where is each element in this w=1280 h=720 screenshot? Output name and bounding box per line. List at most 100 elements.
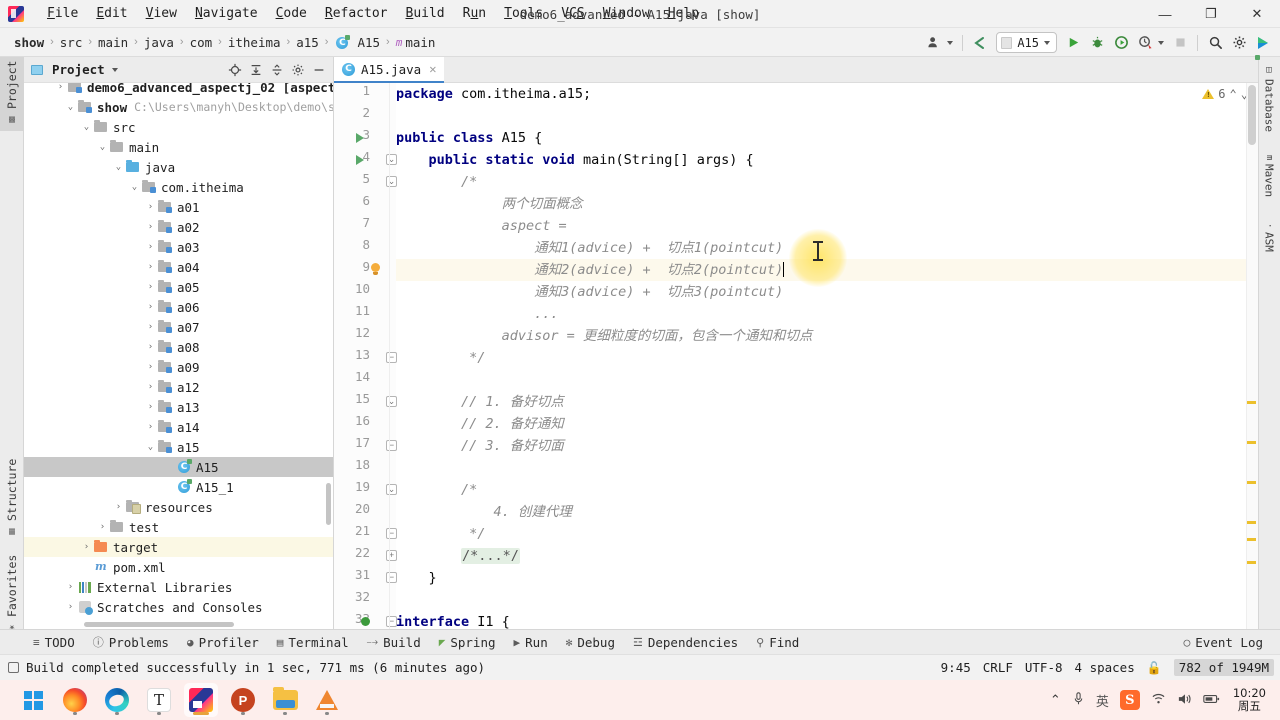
code-line-22[interactable]: /*...*/ xyxy=(396,545,1258,567)
chevron-down-icon[interactable]: ⌄ xyxy=(128,182,141,192)
tree-row-a03[interactable]: › a03 xyxy=(24,237,333,257)
menu-run[interactable]: Run xyxy=(454,3,495,24)
chevron-right-icon[interactable]: › xyxy=(144,242,157,252)
search-everywhere-icon[interactable] xyxy=(1204,32,1226,54)
taskbar-file-explorer[interactable] xyxy=(268,683,302,717)
breadcrumb-item-src[interactable]: src xyxy=(56,33,87,52)
tool-window-dependencies[interactable]: ☲ Dependencies xyxy=(624,630,747,655)
tool-window-find[interactable]: ⚲ Find xyxy=(747,630,808,655)
menu-help[interactable]: Help xyxy=(659,3,708,24)
tool-window-spring[interactable]: ◤ Spring xyxy=(430,630,505,655)
tree-row-main[interactable]: ⌄ main xyxy=(24,137,333,157)
tree-row-a14[interactable]: › a14 xyxy=(24,417,333,437)
wifi-icon[interactable] xyxy=(1151,692,1166,708)
tree-row-a05[interactable]: › a05 xyxy=(24,277,333,297)
tree-row-a09[interactable]: › a09 xyxy=(24,357,333,377)
tree-row-a08[interactable]: › a08 xyxy=(24,337,333,357)
expand-all-icon[interactable] xyxy=(246,60,266,80)
editor-gutter[interactable]: 1 2 3 4 5 6 7 8 9 10 11 12 13 14 15 16 1… xyxy=(334,83,397,629)
start-button[interactable] xyxy=(16,683,50,717)
tree-row-a12[interactable]: › a12 xyxy=(24,377,333,397)
maximize-button[interactable]: ❐ xyxy=(1188,0,1234,28)
editor-scrollbar-thumb[interactable] xyxy=(1248,85,1256,145)
warning-marker[interactable] xyxy=(1247,538,1256,541)
menu-tools[interactable]: Tools xyxy=(495,3,552,24)
chevron-right-icon[interactable]: › xyxy=(54,83,67,92)
event-log-button[interactable]: ◯ Event Log xyxy=(1175,630,1272,655)
project-tree[interactable]: › demo6_advanced_aspectj_02 [aspectj_0 ⌄… xyxy=(24,83,333,629)
menu-refactor[interactable]: Refactor xyxy=(316,3,397,24)
implemented-marker-icon[interactable] xyxy=(361,617,370,626)
breadcrumb-item-main[interactable]: main xyxy=(94,33,132,52)
tool-window-profiler[interactable]: ◕ Profiler xyxy=(178,630,268,655)
user-account-icon[interactable] xyxy=(923,32,945,54)
chevron-right-icon[interactable]: › xyxy=(64,602,77,612)
tool-window-problems[interactable]: ⓘ Problems xyxy=(84,630,178,655)
menu-edit[interactable]: Edit xyxy=(87,3,136,24)
folded-code-badge[interactable]: /*...*/ xyxy=(461,548,520,564)
updates-arrow-icon[interactable] xyxy=(1252,32,1274,54)
tree-row-a15[interactable]: ⌄ a15 xyxy=(24,437,333,457)
tree-row-external-libraries[interactable]: › External Libraries xyxy=(24,577,333,597)
warning-marker[interactable] xyxy=(1247,561,1256,564)
run-line-marker-icon[interactable] xyxy=(356,133,364,143)
taskbar-firefox[interactable] xyxy=(58,683,92,717)
breadcrumb-item-method[interactable]: m main xyxy=(392,33,440,52)
tool-window-debug[interactable]: ✻ Debug xyxy=(557,630,624,655)
code-editor[interactable]: 1 2 3 4 5 6 7 8 9 10 11 12 13 14 15 16 1… xyxy=(334,83,1258,629)
menu-code[interactable]: Code xyxy=(267,3,316,24)
breadcrumb-item-a15[interactable]: a15 xyxy=(292,33,323,52)
warning-marker[interactable] xyxy=(1247,521,1256,524)
line-separator[interactable]: CRLF xyxy=(983,660,1013,675)
tree-row-scratches[interactable]: › Scratches and Consoles xyxy=(24,597,333,617)
back-arrow-icon[interactable] xyxy=(969,32,991,54)
breadcrumb-item-java[interactable]: java xyxy=(140,33,178,52)
menu-vcs[interactable]: VCS xyxy=(552,3,593,24)
breadcrumb-item-show[interactable]: show xyxy=(10,33,48,52)
taskbar-clock[interactable]: 10:20 周五 xyxy=(1233,687,1266,713)
tool-window-run[interactable]: ▶ Run xyxy=(505,630,557,655)
chevron-down-icon[interactable]: ⌄ xyxy=(64,102,77,112)
breadcrumb-item-class[interactable]: C A15 xyxy=(330,33,384,52)
sidebar-item-structure[interactable]: ▦ Structure xyxy=(0,451,24,543)
intention-bulb-icon[interactable] xyxy=(370,263,381,276)
tree-row-a07[interactable]: › a07 xyxy=(24,317,333,337)
debug-icon[interactable] xyxy=(1086,32,1108,54)
warning-marker[interactable] xyxy=(1247,441,1256,444)
tree-row-a01[interactable]: › a01 xyxy=(24,197,333,217)
tree-row-A15_1[interactable]: C A15_1 xyxy=(24,477,333,497)
chevron-right-icon[interactable]: › xyxy=(144,342,157,352)
settings-icon[interactable] xyxy=(288,60,308,80)
run-line-marker-icon[interactable] xyxy=(356,155,364,165)
chevron-down-icon[interactable]: ⌄ xyxy=(144,442,157,452)
file-encoding[interactable]: UTF-8 xyxy=(1025,660,1063,675)
tool-window-terminal[interactable]: ▤ Terminal xyxy=(268,630,358,655)
chevron-right-icon[interactable]: › xyxy=(144,402,157,412)
memory-indicator[interactable]: 782 of 1949M xyxy=(1173,659,1274,676)
breadcrumb-item-itheima[interactable]: itheima xyxy=(224,33,285,52)
tree-row-target[interactable]: › target xyxy=(24,537,333,557)
battery-icon[interactable] xyxy=(1203,693,1220,708)
menu-view[interactable]: View xyxy=(137,3,186,24)
previous-problem-icon[interactable]: ⌃ xyxy=(1230,87,1237,101)
chevron-right-icon[interactable]: › xyxy=(96,522,109,532)
project-tree-hscrollbar[interactable] xyxy=(84,622,234,627)
tool-window-todo[interactable]: ≡ TODO xyxy=(24,630,84,655)
chevron-down-icon[interactable] xyxy=(1158,40,1164,45)
sidebar-item-asm[interactable]: · ASM xyxy=(1258,217,1280,261)
ime-indicator[interactable]: 英 xyxy=(1096,691,1109,710)
inspection-widget[interactable]: 6 ⌃ ⌄ xyxy=(1202,87,1248,101)
chevron-down-icon[interactable]: ⌄ xyxy=(80,122,93,132)
tree-row-pom-xml[interactable]: m pom.xml xyxy=(24,557,333,577)
menu-navigate[interactable]: Navigate xyxy=(186,3,267,24)
breadcrumb-item-com[interactable]: com xyxy=(186,33,217,52)
collapse-all-icon[interactable] xyxy=(267,60,287,80)
sidebar-item-maven[interactable]: m Maven xyxy=(1258,149,1280,209)
close-icon[interactable]: ✕ xyxy=(429,62,436,76)
tree-row-show[interactable]: ⌄ show C:\Users\manyh\Desktop\demo\sho xyxy=(24,97,333,117)
chevron-right-icon[interactable]: › xyxy=(112,502,125,512)
status-message-group[interactable]: Build completed successfully in 1 sec, 7… xyxy=(8,660,485,675)
sidebar-item-database[interactable]: ◫ Database xyxy=(1258,59,1280,137)
editor-tab-A15-java[interactable]: C A15.java ✕ xyxy=(334,57,445,83)
tree-row-resources[interactable]: › resources xyxy=(24,497,333,517)
